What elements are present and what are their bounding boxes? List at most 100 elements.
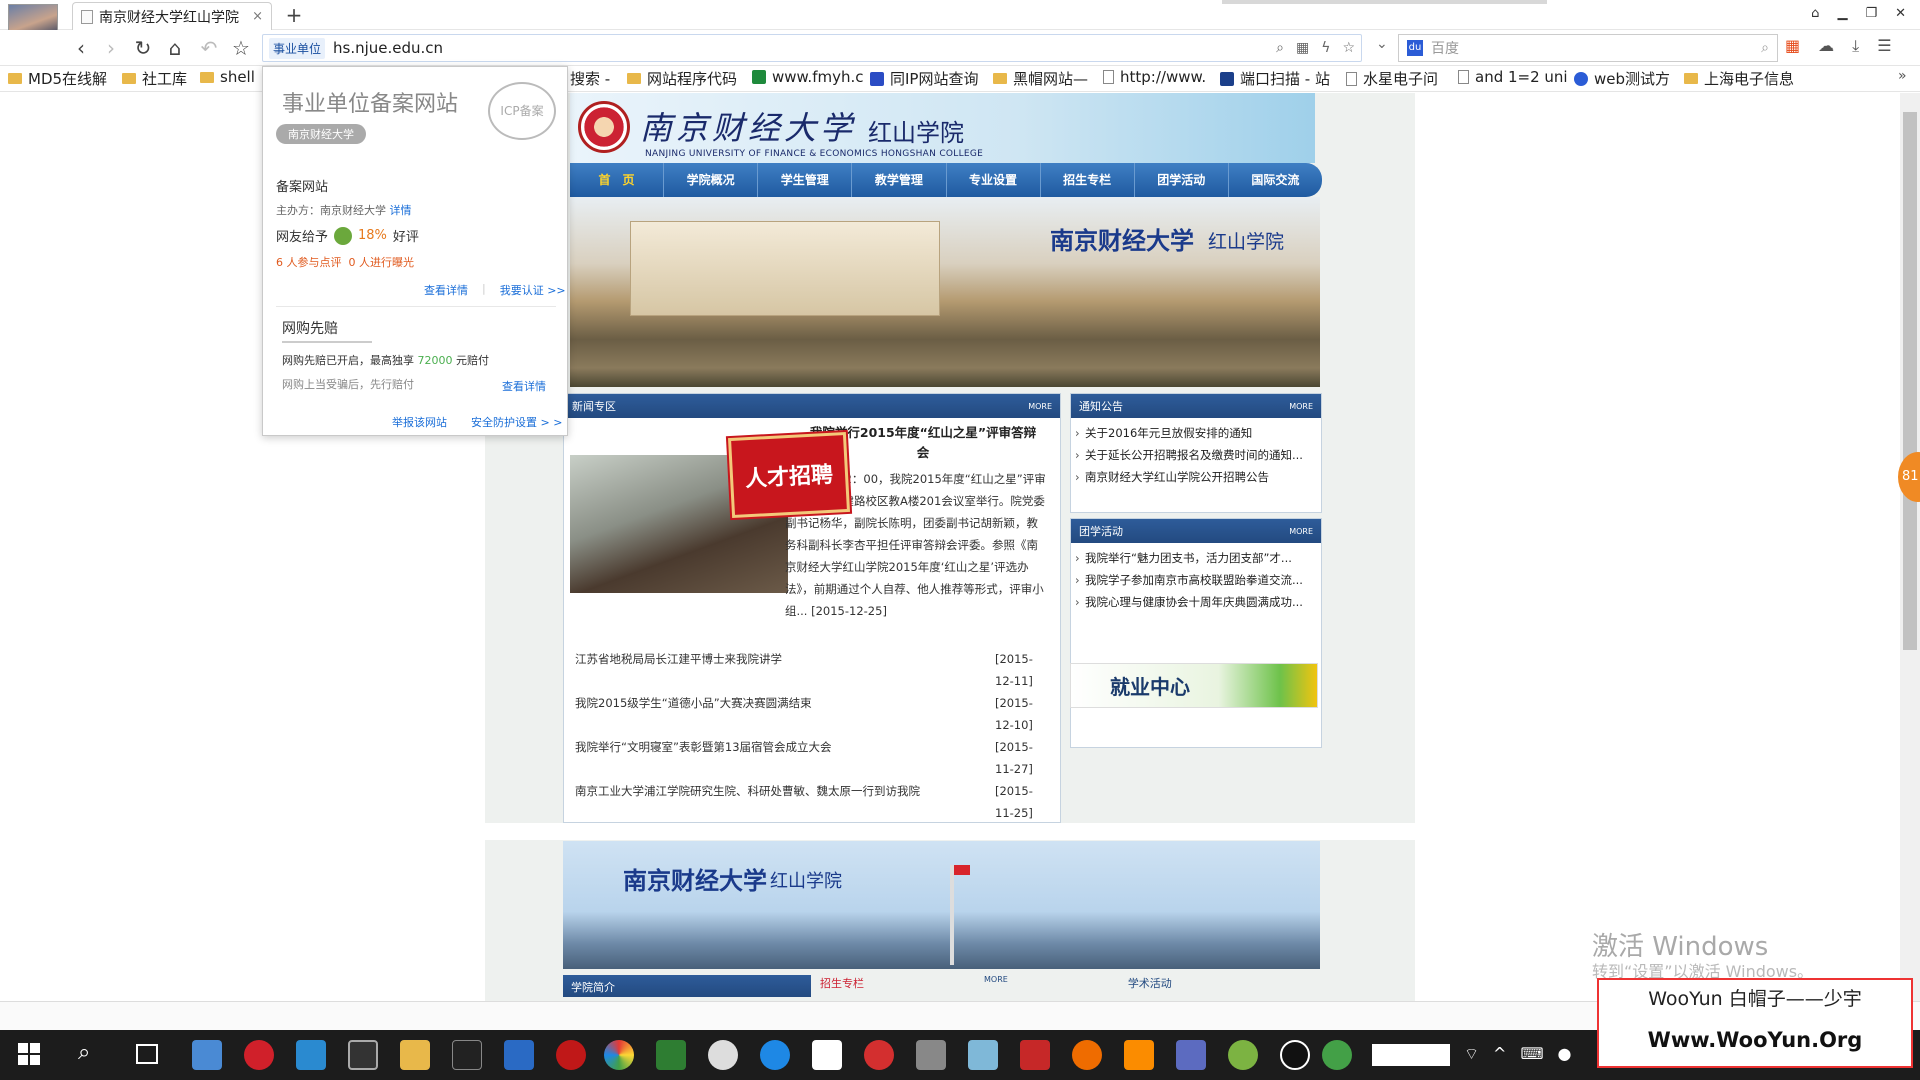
minimize-icon[interactable]: ▁ [1837, 6, 1847, 21]
notice-item[interactable]: 关于2016年元旦放假安排的通知 [1071, 422, 1321, 444]
report-site-link[interactable]: 举报该网站 [392, 414, 447, 430]
nav-item-majors[interactable]: 专业设置 [947, 163, 1041, 197]
activity-item[interactable]: 我院举行“魅力团支书，活力团支部”才... [1071, 547, 1321, 569]
bookmark-item[interactable]: 网站程序代码 [627, 68, 737, 89]
url-text[interactable]: hs.njue.edu.cn [333, 39, 443, 57]
activity-item[interactable]: 我院学子参加南京市高校联盟跆拳道交流... [1071, 569, 1321, 591]
windows-start-icon[interactable] [18, 1043, 40, 1065]
view-details-link[interactable]: 查看详情 [424, 282, 468, 298]
taskbar-input[interactable] [1372, 1044, 1450, 1066]
news-more-link[interactable]: MORE [1028, 402, 1052, 411]
favorite-icon[interactable]: ☆ [228, 35, 254, 61]
file-explorer-icon[interactable] [400, 1040, 430, 1070]
back-icon[interactable]: ‹ [68, 35, 94, 61]
maximize-icon[interactable]: ❐ [1865, 6, 1877, 21]
app-icon[interactable] [504, 1040, 534, 1070]
activity-item[interactable]: 我院心理与健康协会十周年庆典圆满成功... [1071, 591, 1321, 613]
address-bar[interactable]: 事业单位 hs.njue.edu.cn ⌕ ▦ ϟ ☆ [262, 34, 1362, 62]
home-icon[interactable]: ⌂ [162, 35, 188, 61]
nav-item-home[interactable]: 首 页 [570, 163, 665, 197]
cloud-icon[interactable]: ☁ [1818, 36, 1834, 56]
news-item-title[interactable]: 南京工业大学浦江学院研究生院、科研处曹敏、魏太原一行到访我院 [575, 780, 920, 824]
search-icon[interactable]: ⌕ [78, 1040, 90, 1065]
nav-item-overview[interactable]: 学院概况 [664, 163, 759, 197]
undo-icon[interactable]: ↶ [196, 35, 222, 61]
nav-item-teaching[interactable]: 教学管理 [852, 163, 947, 197]
forward-icon[interactable]: › [98, 35, 124, 61]
url-cert-badge[interactable]: 事业单位 [269, 37, 326, 59]
bookmark-item[interactable]: 搜索 - [570, 68, 610, 89]
app-icon[interactable] [968, 1040, 998, 1070]
app-icon[interactable] [1020, 1040, 1050, 1070]
bookmarks-overflow-icon[interactable]: » [1898, 68, 1907, 84]
app-icon[interactable] [296, 1040, 326, 1070]
app-icon[interactable] [556, 1040, 586, 1070]
bookmark-item[interactable]: 黑帽网站— [993, 68, 1088, 89]
tab-close-icon[interactable]: × [252, 9, 263, 24]
menu-icon[interactable]: ☰ [1877, 36, 1891, 56]
app-icon[interactable] [1228, 1040, 1258, 1070]
browser-tab[interactable]: 南京财经大学红山学院 × [72, 2, 272, 30]
bookmark-item[interactable]: MD5在线解 [8, 68, 107, 89]
nav-item-international[interactable]: 国际交流 [1229, 163, 1322, 197]
bookmark-item[interactable]: 水星电子问 [1346, 68, 1438, 89]
activity-more-link[interactable]: MORE [1289, 527, 1313, 536]
bookmark-item[interactable]: www.fmyh.c [752, 68, 864, 86]
qr-icon[interactable]: ▦ [1296, 40, 1309, 56]
admissions-section[interactable]: 招生专栏 [820, 975, 864, 991]
certify-link[interactable]: 我要认证 >> [500, 282, 566, 298]
search-input[interactable]: 百度 [1431, 38, 1459, 58]
dropdown-chevron-icon[interactable]: ⌄ [1376, 36, 1388, 52]
popup-host-link[interactable]: 详情 [390, 204, 412, 217]
recruitment-float-badge[interactable]: 人才招聘 [727, 431, 851, 519]
reload-icon[interactable]: ↻ [130, 35, 156, 61]
news-item-title[interactable]: 我院举行“文明寝室”表彰暨第13届宿管会成立大会 [575, 736, 832, 780]
zoom-icon[interactable]: ⌕ [1276, 40, 1284, 56]
star-icon[interactable]: ☆ [1342, 40, 1355, 56]
bookmark-item[interactable]: http://www. [1103, 68, 1206, 86]
compensation-details-link[interactable]: 查看详情 [502, 378, 546, 394]
nav-item-activities[interactable]: 团学活动 [1135, 163, 1229, 197]
wifi-app-icon[interactable] [1322, 1040, 1352, 1070]
app-icon[interactable] [916, 1040, 946, 1070]
security-settings-link[interactable]: 安全防护设置 > > [471, 414, 562, 430]
app-icon[interactable] [656, 1040, 686, 1070]
notice-item[interactable]: 南京财经大学红山学院公开招聘公告 [1071, 466, 1321, 488]
nav-item-students[interactable]: 学生管理 [758, 163, 853, 197]
search-box[interactable]: du 百度 ⌕ [1398, 34, 1778, 62]
notice-item[interactable]: 关于延长公开招聘报名及缴费时间的通知... [1071, 444, 1321, 466]
app-icon[interactable] [1176, 1040, 1206, 1070]
search-icon[interactable]: ⌕ [1761, 40, 1769, 56]
network-icon[interactable]: ⌔ [1464, 1044, 1479, 1064]
pin-icon[interactable]: ⌂ [1811, 6, 1819, 21]
news-item-title[interactable]: 我院2015级学生“道德小品”大赛决赛圆满结束 [575, 692, 812, 736]
news-list-item[interactable]: 南京工业大学浦江学院研究生院、科研处曹敏、魏太原一行到访我院 [2015-11-2… [575, 780, 1050, 824]
lightning-icon[interactable]: ϟ [1321, 40, 1330, 56]
scrollbar-thumb[interactable] [1903, 112, 1917, 650]
app-icon[interactable] [244, 1040, 274, 1070]
new-tab-button[interactable]: + [282, 3, 306, 27]
keyboard-icon[interactable]: ⌨ [1520, 1044, 1543, 1064]
sql-icon[interactable] [812, 1040, 842, 1070]
nav-item-admissions[interactable]: 招生专栏 [1041, 163, 1135, 197]
career-center-banner[interactable] [1070, 663, 1318, 708]
app-icon[interactable] [760, 1040, 790, 1070]
tray-chevron-icon[interactable]: ^ [1493, 1044, 1506, 1064]
app-icon[interactable] [1124, 1040, 1154, 1070]
terminal-icon[interactable] [348, 1040, 378, 1070]
news-list-item[interactable]: 我院2015级学生“道德小品”大赛决赛圆满结束 [2015-12-10] [575, 692, 1050, 736]
tray-app-icon[interactable]: ● [1558, 1044, 1572, 1064]
task-view-icon[interactable] [136, 1044, 158, 1064]
bookmark-item[interactable]: and 1=2 uni [1458, 68, 1568, 86]
notice-more-link[interactable]: MORE [1289, 402, 1313, 411]
bookmark-item[interactable]: 端口扫描 - 站 [1220, 68, 1330, 89]
college-intro-header[interactable]: 学院简介 [563, 975, 811, 997]
bookmark-item[interactable]: 社工库 [122, 68, 187, 89]
app-icon[interactable] [452, 1040, 482, 1070]
academic-section[interactable]: 学术活动 [1128, 975, 1172, 991]
lower-more-link[interactable]: MORE [984, 975, 1008, 991]
close-window-icon[interactable]: ✕ [1895, 6, 1906, 21]
firefox-icon[interactable] [1072, 1040, 1102, 1070]
news-list-item[interactable]: 江苏省地税局局长江建平博士来我院讲学 [2015-12-11] [575, 648, 1050, 692]
store-icon[interactable] [192, 1040, 222, 1070]
